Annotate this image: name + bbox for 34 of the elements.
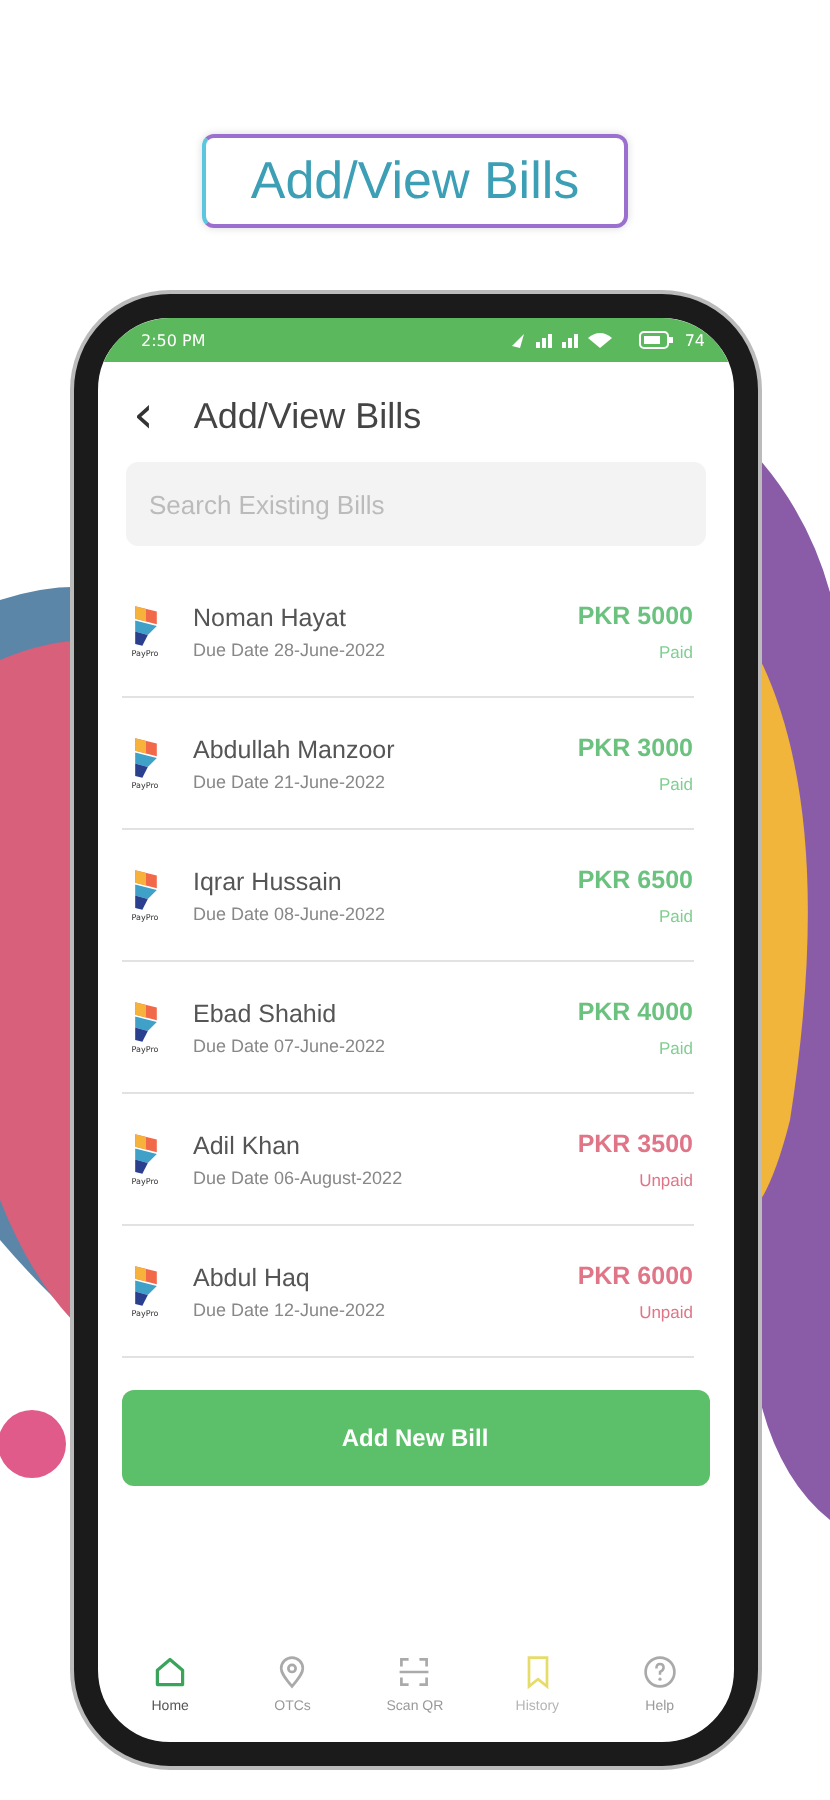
battery-level: 74 <box>684 331 705 349</box>
biller-name: Adil Khan <box>193 1131 303 1159</box>
bill-amount: PKR 4000 <box>577 997 693 1025</box>
bill-amount: PKR 5000 <box>577 601 693 629</box>
payment-status: Paid <box>658 1037 693 1057</box>
due-date: Due Date 06-August-2022 <box>193 1167 405 1187</box>
biller-name: Noman Hayat <box>193 603 348 631</box>
payment-status: Paid <box>658 773 693 793</box>
battery-icon <box>638 330 675 350</box>
search-field[interactable]: Search Existing Bills <box>125 462 705 546</box>
help-icon <box>641 1654 678 1690</box>
biller-name: Abdul Haq <box>193 1263 312 1291</box>
bill-amount: PKR 3500 <box>577 1129 693 1157</box>
scan-icon <box>396 1654 433 1690</box>
biller-name: Iqrar Hussain <box>193 867 344 895</box>
title-banner: Add/View Bills <box>202 134 628 228</box>
bill-amount: PKR 3000 <box>577 733 693 761</box>
screen-title: Add/View Bills <box>193 395 422 437</box>
bill-amount: PKR 6000 <box>577 1261 693 1289</box>
due-date: Due Date 07-June-2022 <box>193 1035 388 1055</box>
payment-status: Paid <box>658 641 693 661</box>
status-time: 2:50 PM <box>141 331 206 349</box>
bill-amount: PKR 6500 <box>577 865 693 893</box>
payment-status: Unpaid <box>639 1301 693 1321</box>
due-date: Due Date 21-June-2022 <box>193 771 388 791</box>
payment-status: Unpaid <box>639 1169 693 1189</box>
biller-name: Abdullah Manzoor <box>193 735 397 763</box>
back-button[interactable]: ‹ <box>125 390 162 442</box>
due-date: Due Date 28-June-2022 <box>193 639 388 659</box>
due-date: Due Date 12-June-2022 <box>193 1299 388 1319</box>
biller-name: Ebad Shahid <box>193 999 339 1027</box>
home-icon <box>152 1654 189 1690</box>
payment-status: Paid <box>658 905 693 925</box>
due-date: Due Date 08-June-2022 <box>193 903 388 923</box>
